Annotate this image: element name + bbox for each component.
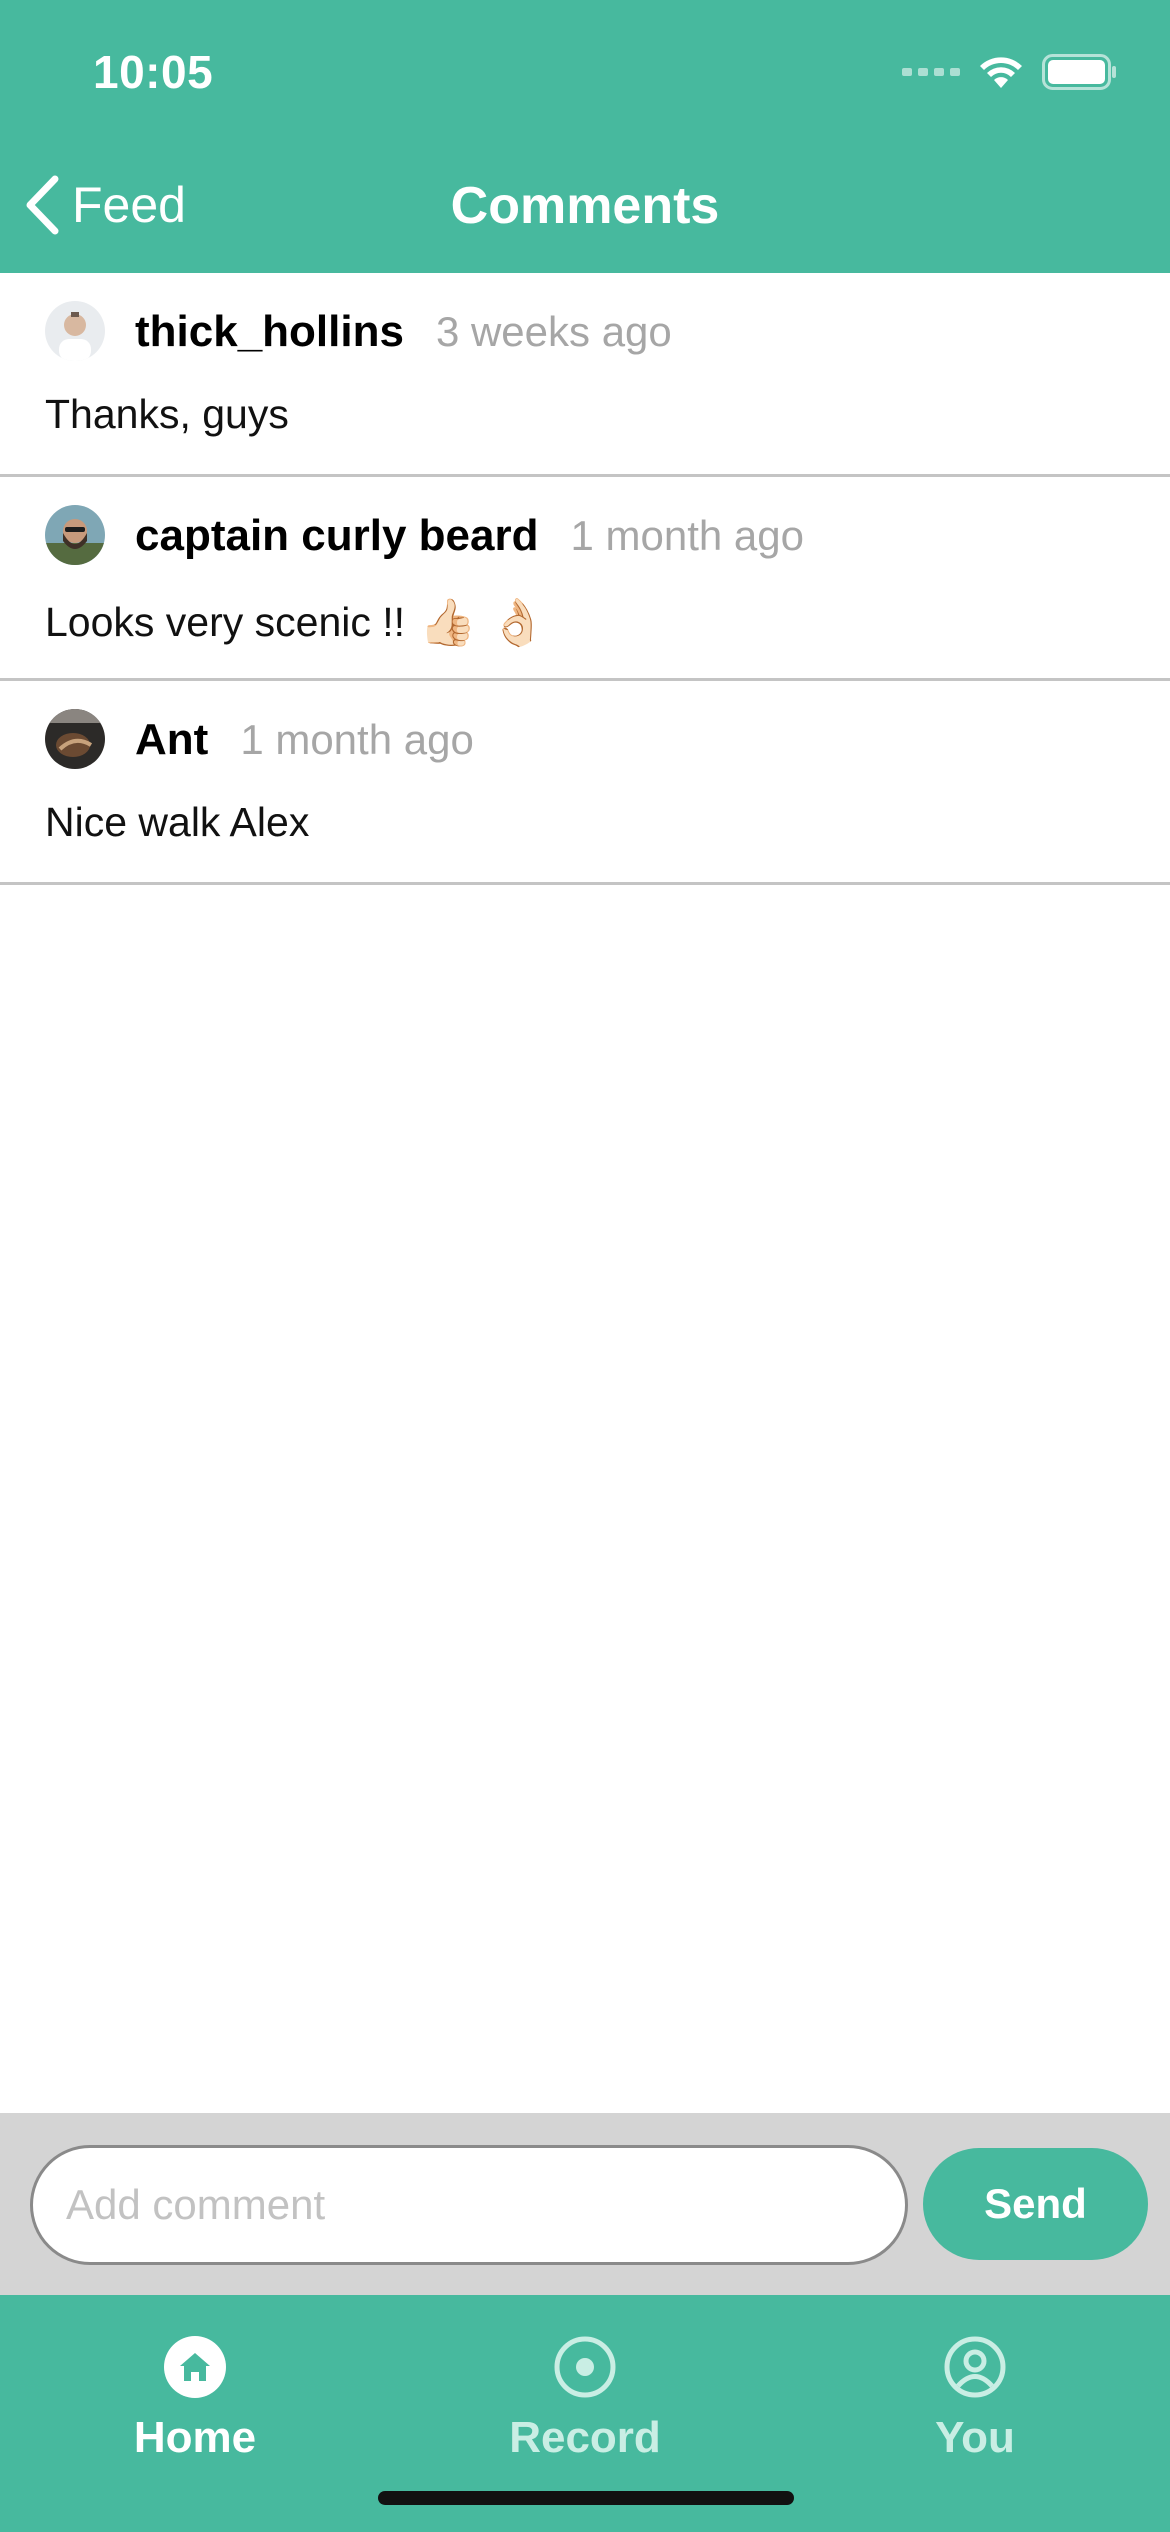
send-button[interactable]: Send: [923, 2148, 1148, 2260]
compose-bar: Send: [0, 2113, 1170, 2295]
avatar[interactable]: [45, 505, 105, 565]
comment-item: Ant 1 month ago Nice walk Alex: [0, 681, 1170, 885]
comment-author[interactable]: thick_hollins: [135, 307, 404, 357]
header: 10:05 Feed Comments: [0, 0, 1170, 273]
tab-record[interactable]: Record: [465, 2335, 705, 2463]
comment-text: Nice walk Alex: [45, 799, 310, 845]
record-icon: [554, 2336, 616, 2398]
cellular-signal-icon: [902, 68, 960, 76]
profile-icon: [944, 2336, 1006, 2398]
status-time: 10:05: [93, 46, 214, 98]
avatar[interactable]: [45, 301, 105, 361]
comment-body: Looks very scenic !! 👍🏻 👌🏻: [45, 595, 546, 650]
comment-time: 3 weeks ago: [435, 308, 672, 355]
comment-text: Looks very scenic !!: [45, 599, 406, 645]
tab-label: You: [935, 2413, 1015, 2462]
status-icons: [902, 52, 1118, 92]
avatar[interactable]: [45, 709, 105, 769]
comment-item: thick_hollins 3 weeks ago Thanks, guys: [0, 273, 1170, 477]
comment-author[interactable]: captain curly beard: [135, 511, 538, 561]
comments-screen: 10:05 Feed Comments thick_hollins 3 week…: [0, 0, 1170, 2532]
comment-item: captain curly beard 1 month ago Looks ve…: [0, 477, 1170, 681]
comment-body: Nice walk Alex: [45, 799, 309, 846]
comment-author[interactable]: Ant: [135, 715, 208, 765]
tab-label: Home: [133, 2413, 257, 2462]
battery-icon: [1042, 54, 1116, 90]
page-title: Comments: [450, 177, 720, 235]
comment-body: Thanks, guys: [45, 391, 289, 438]
tab-label: Record: [509, 2413, 661, 2462]
home-icon: [164, 2336, 226, 2398]
home-indicator: [378, 2491, 794, 2505]
comment-time: 1 month ago: [240, 716, 474, 763]
comment-input[interactable]: [30, 2145, 908, 2265]
wifi-icon: [980, 57, 1022, 88]
tab-home[interactable]: Home: [75, 2335, 315, 2463]
thumbs-up-ok-emoji: 👍🏻 👌🏻: [419, 596, 547, 648]
tab-you[interactable]: You: [855, 2335, 1095, 2463]
comment-list: thick_hollins 3 weeks ago Thanks, guys c…: [0, 273, 1170, 885]
comment-time: 1 month ago: [570, 512, 804, 559]
comment-text: Thanks, guys: [45, 391, 289, 437]
